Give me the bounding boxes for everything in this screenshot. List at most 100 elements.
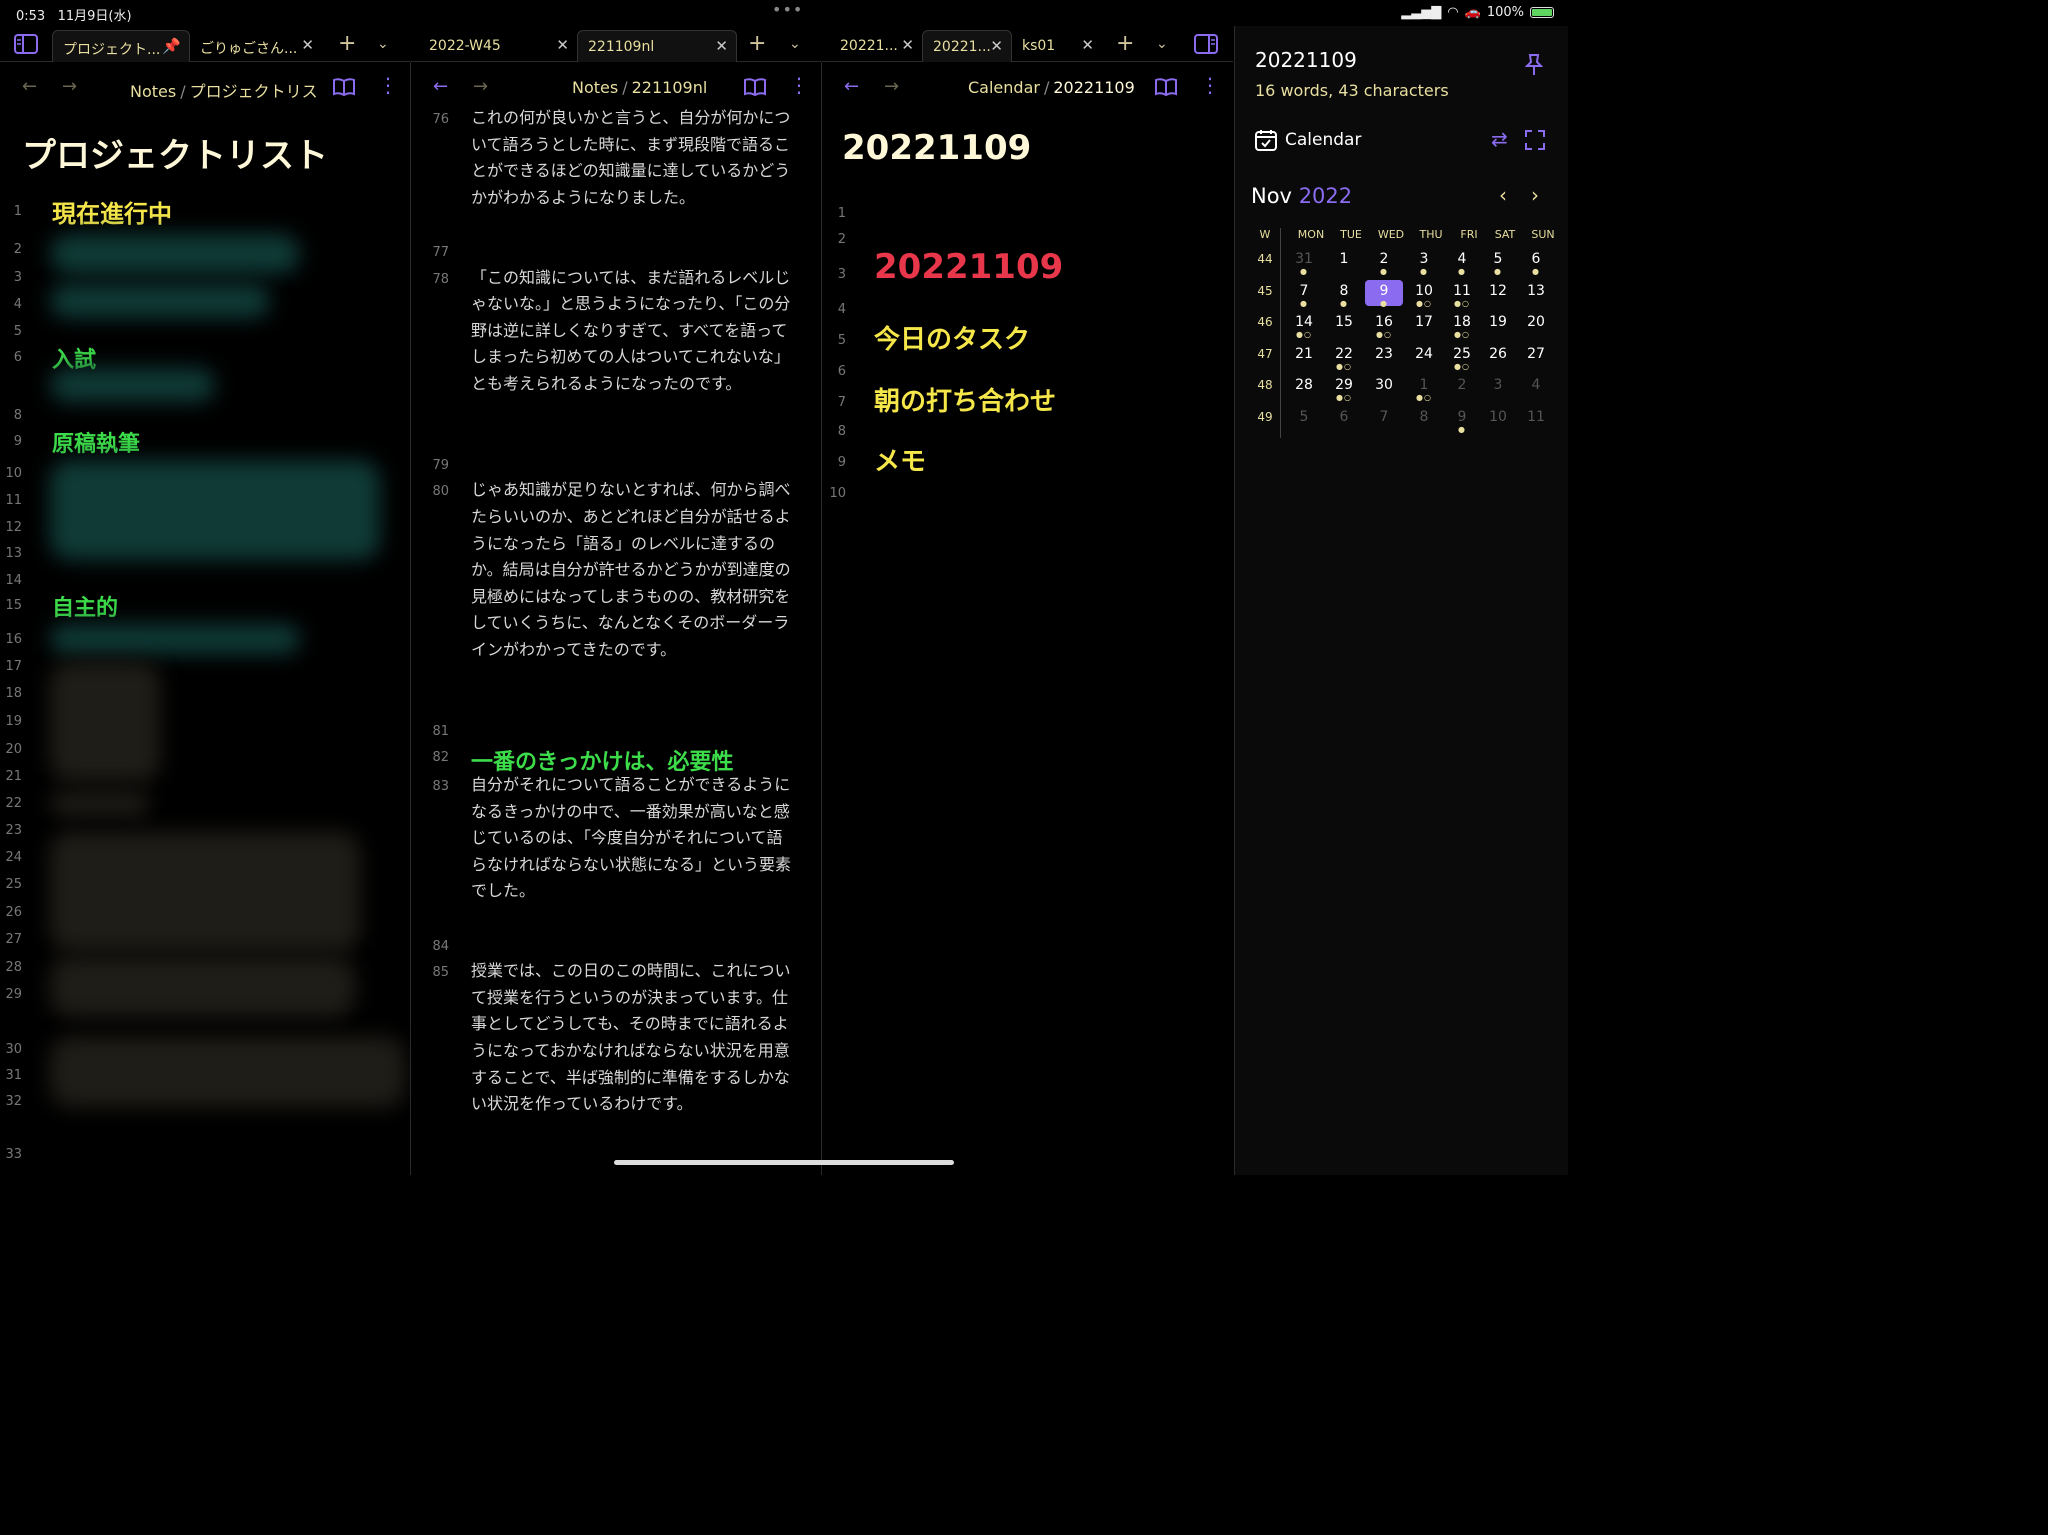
tab-221109nl[interactable]: 221109nl ✕ <box>577 30 737 62</box>
close-icon[interactable]: ✕ <box>715 37 728 55</box>
calendar-day[interactable]: 18 ●○ <box>1443 311 1481 339</box>
paragraph[interactable]: じゃあ知識が足りないとすれば、何から調べたらいいのか、あとどれほど自分が話せるよ… <box>471 477 791 663</box>
multitasking-dots-icon[interactable]: ••• <box>772 0 803 19</box>
calendar-day[interactable]: 22 ●○ <box>1325 343 1363 371</box>
calendar-day[interactable]: 6 ● <box>1517 248 1555 276</box>
calendar-day[interactable]: 15 <box>1325 311 1363 337</box>
calendar-day[interactable]: 9 ● <box>1443 406 1481 434</box>
week-number[interactable]: 49 <box>1255 410 1275 424</box>
back-arrow-icon[interactable]: ← <box>844 78 859 96</box>
chevron-down-icon[interactable]: ⌄ <box>377 35 389 53</box>
calendar-day[interactable]: 1 <box>1325 248 1363 274</box>
chevron-left-icon[interactable]: ‹ <box>1499 185 1507 205</box>
more-options-icon[interactable]: ⋮ <box>1200 75 1220 95</box>
reading-mode-book-icon[interactable] <box>1155 78 1177 100</box>
calendar-day[interactable]: 8 ● <box>1325 280 1363 308</box>
heading-voluntary[interactable]: 自主的 <box>52 590 118 622</box>
chevron-down-icon[interactable]: ⌄ <box>1156 35 1168 53</box>
calendar-day[interactable]: 10 <box>1479 406 1517 432</box>
heading-7[interactable]: 朝の打ち合わせ <box>874 381 1056 418</box>
tab-ks01[interactable]: ks01 ✕ <box>1012 30 1102 62</box>
calendar-day[interactable]: 16 ●○ <box>1365 311 1403 339</box>
calendar-day[interactable]: 1 ●○ <box>1405 374 1443 402</box>
calendar-day[interactable]: 5 ● <box>1479 248 1517 276</box>
calendar-day[interactable]: 3 <box>1479 374 1517 400</box>
fullscreen-icon[interactable] <box>1525 130 1545 154</box>
calendar-day[interactable]: 23 <box>1365 343 1403 369</box>
paragraph[interactable]: 授業では、この日のこの時間に、これについて授業を行うというのが決まっています。仕… <box>471 958 791 1118</box>
calendar-day[interactable]: 31 ● <box>1285 248 1323 276</box>
paragraph[interactable]: これの何が良いかと言うと、自分が何かについて語ろうとした時に、まず現段階で語るこ… <box>471 105 791 211</box>
new-tab-icon[interactable]: + <box>1116 33 1134 55</box>
chevron-right-icon[interactable]: › <box>1531 185 1539 205</box>
paragraph[interactable]: 「この知識については、まだ語れるレベルじゃないな。」と思うようになったり、「この… <box>471 265 791 398</box>
calendar-day[interactable]: 28 <box>1285 374 1323 400</box>
calendar-day[interactable]: 3 ● <box>1405 248 1443 276</box>
calendar-day[interactable]: 6 <box>1325 406 1363 432</box>
calendar-view-label[interactable]: Calendar <box>1285 130 1361 150</box>
calendar-day[interactable]: 12 <box>1479 280 1517 306</box>
close-icon[interactable]: ✕ <box>556 36 569 54</box>
calendar-day[interactable]: 14 ●○ <box>1285 311 1323 339</box>
heading-manuscript[interactable]: 原稿執筆 <box>52 426 140 458</box>
calendar-day[interactable]: 25 ●○ <box>1443 343 1481 371</box>
calendar-day[interactable]: 5 <box>1285 406 1323 432</box>
new-tab-icon[interactable]: + <box>338 33 356 55</box>
week-number[interactable]: 46 <box>1255 315 1275 329</box>
more-options-icon[interactable]: ⋮ <box>789 75 809 95</box>
pin-icon[interactable]: 📌 <box>162 37 181 55</box>
chevron-down-icon[interactable]: ⌄ <box>789 35 801 53</box>
pin-icon[interactable] <box>1524 54 1544 78</box>
calendar-day[interactable]: 30 <box>1365 374 1403 400</box>
heading-9[interactable]: メモ <box>874 441 926 478</box>
calendar-day[interactable]: 7 <box>1365 406 1403 432</box>
paragraph[interactable]: 自分がそれについて語ることができるようになるきっかけの中で、一番効果が高いなと感… <box>471 772 791 905</box>
calendar-day[interactable]: 17 <box>1405 311 1443 337</box>
calendar-day[interactable]: 2 ● <box>1365 248 1403 276</box>
calendar-day[interactable]: 24 <box>1405 343 1443 369</box>
calendar-day[interactable]: 10 ●○ <box>1405 280 1443 308</box>
left-sidebar-toggle-icon[interactable] <box>14 34 38 58</box>
close-icon[interactable]: ✕ <box>1081 36 1094 54</box>
calendar-day[interactable]: 9 ● <box>1365 279 1403 307</box>
heading-5[interactable]: 今日のタスク <box>874 319 1030 356</box>
week-number[interactable]: 44 <box>1255 252 1275 266</box>
tab-daily-1[interactable]: 20221... ✕ <box>830 30 922 62</box>
calendar-day[interactable]: 11 <box>1517 406 1555 432</box>
week-number[interactable]: 45 <box>1255 284 1275 298</box>
tab-daily-2[interactable]: 20221... ✕ <box>922 30 1012 62</box>
calendar-day[interactable]: 8 <box>1405 406 1443 432</box>
calendar-day[interactable]: 20 <box>1517 311 1555 337</box>
calendar-day[interactable]: 21 <box>1285 343 1323 369</box>
heading-in-progress[interactable]: 現在進行中 <box>52 194 172 229</box>
heading-3[interactable]: 20221109 <box>874 247 1063 287</box>
calendar-day[interactable]: 29 ●○ <box>1325 374 1363 402</box>
close-icon[interactable]: ✕ <box>901 36 914 54</box>
more-options-icon[interactable]: ⋮ <box>378 75 398 95</box>
home-indicator[interactable] <box>614 1160 954 1165</box>
calendar-day[interactable]: 4 ● <box>1443 248 1481 276</box>
back-arrow-icon[interactable]: ← <box>22 78 37 96</box>
calendar-day[interactable]: 4 <box>1517 374 1555 400</box>
tab-project-list[interactable]: プロジェクト... 📌 <box>52 30 190 62</box>
forward-arrow-icon[interactable]: → <box>62 78 77 96</box>
reading-mode-book-icon[interactable] <box>744 78 766 100</box>
calendar-day[interactable]: 11 ●○ <box>1443 280 1481 308</box>
calendar-day[interactable]: 13 <box>1517 280 1555 306</box>
tab-goryugo[interactable]: ごりゅごさん... ✕ <box>190 30 322 62</box>
week-number[interactable]: 48 <box>1255 378 1275 392</box>
forward-arrow-icon[interactable]: → <box>473 78 488 96</box>
back-arrow-icon[interactable]: ← <box>433 78 448 96</box>
forward-arrow-icon[interactable]: → <box>884 78 899 96</box>
calendar-day[interactable]: 19 <box>1479 311 1517 337</box>
swap-arrows-icon[interactable]: ⇄ <box>1491 129 1508 149</box>
calendar-day[interactable]: 26 <box>1479 343 1517 369</box>
close-icon[interactable]: ✕ <box>990 37 1003 55</box>
week-number[interactable]: 47 <box>1255 347 1275 361</box>
right-sidebar-toggle-icon[interactable] <box>1194 34 1218 58</box>
new-tab-icon[interactable]: + <box>748 33 766 55</box>
calendar-day[interactable]: 27 <box>1517 343 1555 369</box>
reading-mode-book-icon[interactable] <box>333 78 355 100</box>
close-icon[interactable]: ✕ <box>301 36 314 54</box>
tab-2022-w45[interactable]: 2022-W45 ✕ <box>419 30 577 62</box>
